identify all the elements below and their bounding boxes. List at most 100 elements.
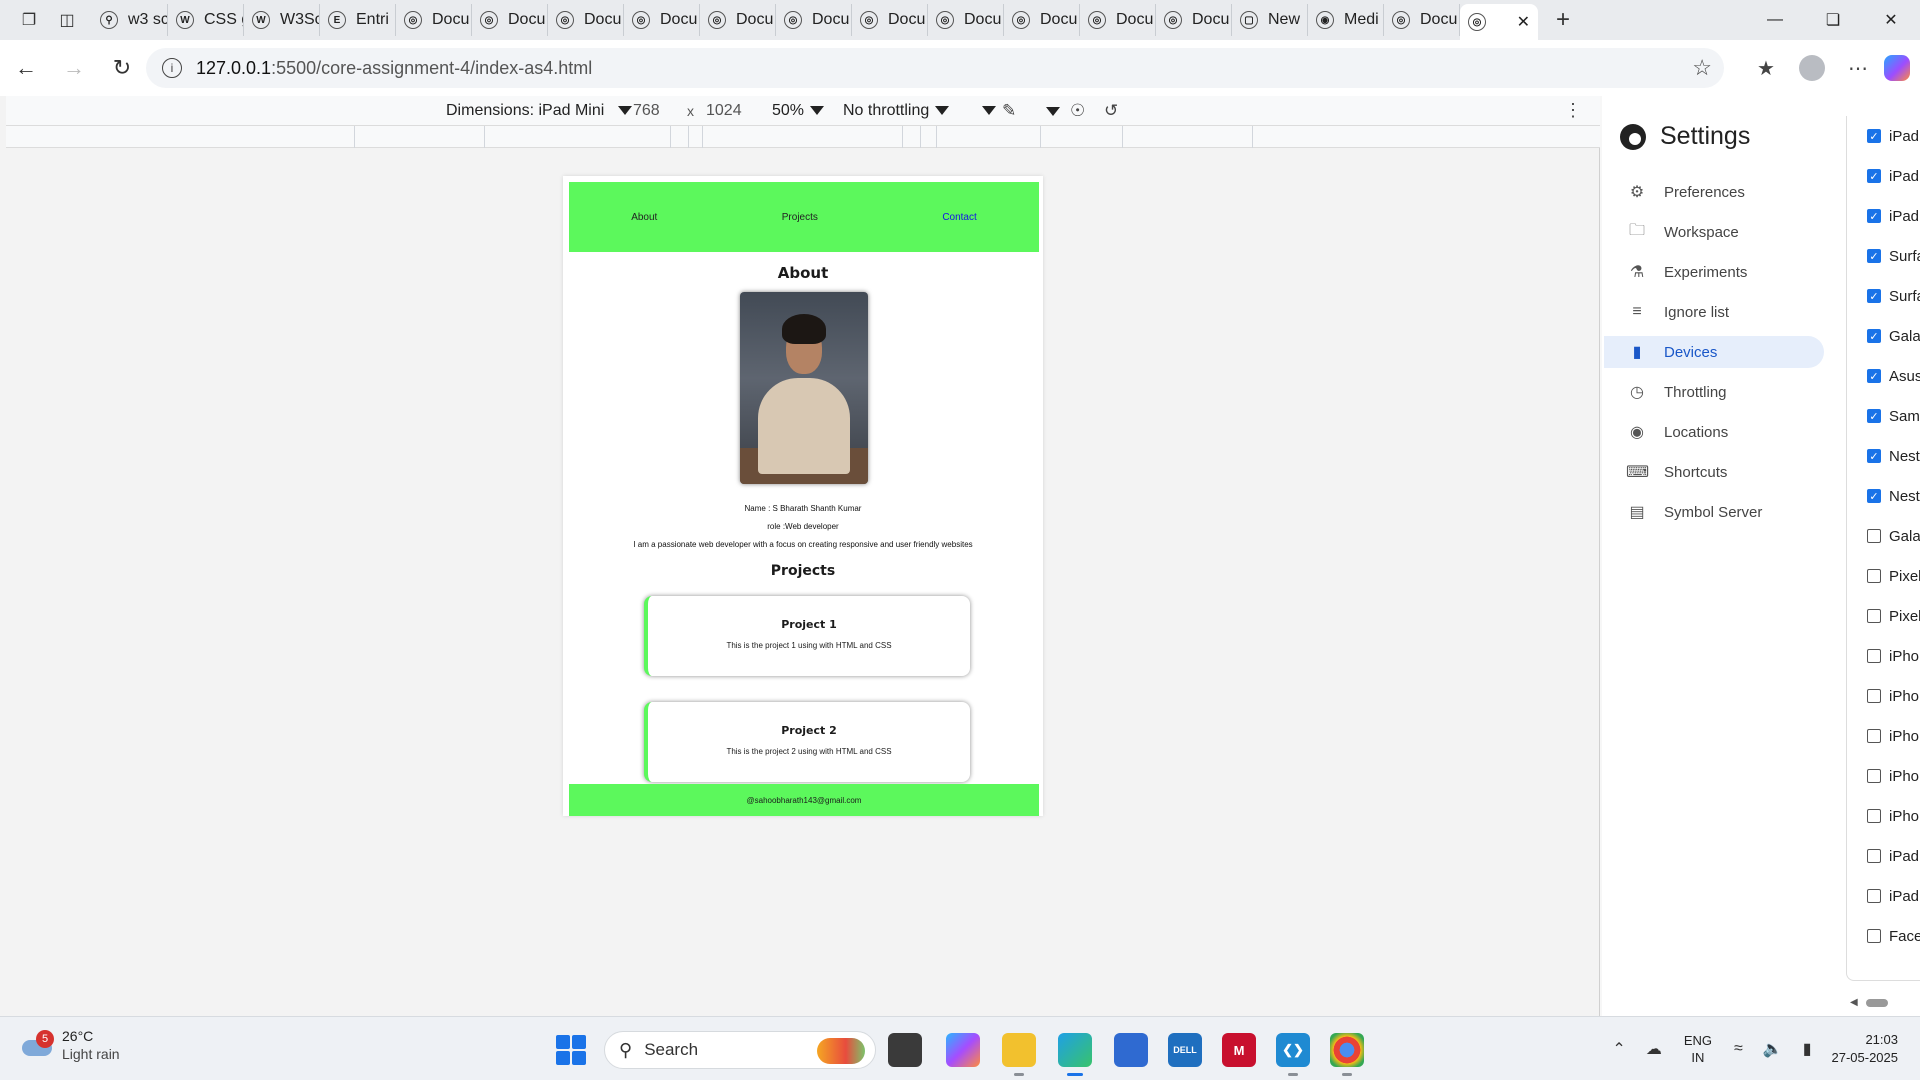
browser-tab[interactable]: ◎ Docu bbox=[472, 4, 548, 36]
scroll-left-icon[interactable]: ◀ bbox=[1850, 997, 1858, 1008]
browser-tab[interactable]: ◎ Docu bbox=[548, 4, 624, 36]
active-tab[interactable]: ◎ ✕ bbox=[1460, 4, 1538, 40]
task-view-icon[interactable] bbox=[888, 1033, 922, 1067]
avatar[interactable] bbox=[1799, 55, 1825, 81]
save-data-dropdown[interactable] bbox=[976, 102, 996, 120]
chevron-up-icon[interactable]: ⌃ bbox=[1612, 1039, 1625, 1059]
width-input[interactable]: 768 bbox=[633, 102, 660, 120]
new-tab-button[interactable]: + bbox=[1544, 4, 1582, 36]
site-info-icon[interactable]: i bbox=[162, 58, 182, 78]
start-button[interactable] bbox=[556, 1035, 586, 1065]
wifi-icon[interactable]: ≈ bbox=[1734, 1040, 1743, 1058]
device-checkbox[interactable] bbox=[1867, 689, 1881, 703]
refresh-icon[interactable]: ↻ bbox=[100, 48, 144, 88]
workspaces-icon[interactable]: ❐ bbox=[10, 4, 48, 36]
zoom-dropdown[interactable]: 50% bbox=[772, 102, 825, 120]
browser-tab[interactable]: ◎ Docu bbox=[1004, 4, 1080, 36]
browser-tab[interactable]: ◎ Docu bbox=[852, 4, 928, 36]
height-input[interactable]: 1024 bbox=[706, 102, 742, 120]
battery-icon[interactable]: ▮ bbox=[1803, 1039, 1812, 1059]
settings-item-throttling[interactable]: ◷ Throttling bbox=[1604, 376, 1824, 408]
browser-tab[interactable]: ◎ Docu bbox=[776, 4, 852, 36]
settings-item-locations[interactable]: ◉ Locations bbox=[1604, 416, 1824, 448]
browser-tab[interactable]: ▢ New bbox=[1232, 4, 1308, 36]
device-checkbox[interactable]: ✓ bbox=[1867, 169, 1881, 183]
device-checkbox[interactable] bbox=[1867, 809, 1881, 823]
store-icon[interactable] bbox=[1114, 1033, 1148, 1067]
browser-tab[interactable]: ◎ Docu bbox=[1384, 4, 1460, 36]
browser-tab[interactable]: E Entri bbox=[320, 4, 396, 36]
settings-item-workspace[interactable]: 🗀 Workspace bbox=[1604, 216, 1824, 248]
clock[interactable]: 21:03 27-05-2025 bbox=[1832, 1031, 1899, 1067]
chrome-icon[interactable] bbox=[1330, 1033, 1364, 1076]
nav-link-contact[interactable]: Contact bbox=[942, 212, 976, 223]
device-checkbox[interactable] bbox=[1867, 609, 1881, 623]
settings-item-ignore-list[interactable]: ≡ Ignore list bbox=[1604, 296, 1824, 328]
device-checkbox[interactable] bbox=[1867, 929, 1881, 943]
language-indicator[interactable]: ENG IN bbox=[1684, 1032, 1712, 1066]
back-icon[interactable]: ← bbox=[4, 48, 48, 88]
taskbar-search[interactable]: ⚲ Search bbox=[604, 1031, 876, 1069]
eyedropper-icon[interactable]: ✎ bbox=[1002, 101, 1016, 121]
device-checkbox[interactable] bbox=[1867, 729, 1881, 743]
device-checkbox[interactable]: ✓ bbox=[1867, 329, 1881, 343]
minimize-icon[interactable]: — bbox=[1746, 0, 1804, 40]
settings-item-symbol-server[interactable]: ▤ Symbol Server bbox=[1604, 496, 1824, 528]
device-checkbox[interactable] bbox=[1867, 569, 1881, 583]
browser-tab[interactable]: ◎ Docu bbox=[1156, 4, 1232, 36]
device-checkbox[interactable]: ✓ bbox=[1867, 129, 1881, 143]
device-checkbox[interactable]: ✓ bbox=[1867, 249, 1881, 263]
scrollbar-thumb[interactable] bbox=[1866, 999, 1888, 1007]
device-checkbox[interactable]: ✓ bbox=[1867, 369, 1881, 383]
browser-tab[interactable]: ◉ Medi bbox=[1308, 4, 1384, 36]
close-tab-icon[interactable]: ✕ bbox=[1517, 12, 1530, 32]
browser-tab[interactable]: W CSS g bbox=[168, 4, 244, 36]
vertical-tabs-icon[interactable]: ◫ bbox=[48, 4, 86, 36]
browser-tab[interactable]: ⚲ w3 sc bbox=[92, 4, 168, 36]
vscode-icon[interactable]: ❮❯ bbox=[1276, 1033, 1310, 1076]
settings-item-preferences[interactable]: ⚙ Preferences bbox=[1604, 176, 1824, 208]
extra-options-dropdown[interactable] bbox=[1040, 101, 1060, 121]
close-window-icon[interactable]: ✕ bbox=[1862, 0, 1920, 40]
throttling-dropdown[interactable]: No throttling bbox=[843, 102, 950, 120]
browser-tab[interactable]: W W3Sc bbox=[244, 4, 320, 36]
more-options-icon[interactable]: ⋯ bbox=[1838, 48, 1878, 88]
horizontal-scrollbar[interactable]: ◀ bbox=[1846, 996, 1920, 1010]
copilot-app-icon[interactable] bbox=[946, 1033, 980, 1067]
settings-item-shortcuts[interactable]: ⌨ Shortcuts bbox=[1604, 456, 1824, 488]
restore-icon[interactable]: ❏ bbox=[1804, 0, 1862, 40]
weather-widget[interactable]: 5 26°C Light rain bbox=[20, 1027, 120, 1063]
device-checkbox[interactable] bbox=[1867, 649, 1881, 663]
edge-app-icon[interactable] bbox=[1058, 1033, 1092, 1076]
browser-tab[interactable]: ◎ Docu bbox=[928, 4, 1004, 36]
forward-icon[interactable]: → bbox=[52, 48, 96, 88]
nav-link-about[interactable]: About bbox=[631, 212, 657, 223]
device-checkbox[interactable]: ✓ bbox=[1867, 209, 1881, 223]
url-input[interactable]: i 127.0.0.1:5500/core-assignment-4/index… bbox=[146, 48, 1724, 88]
browser-tab[interactable]: ◎ Docu bbox=[700, 4, 776, 36]
device-checkbox[interactable]: ✓ bbox=[1867, 489, 1881, 503]
device-checkbox[interactable]: ✓ bbox=[1867, 449, 1881, 463]
browser-tab[interactable]: ◎ Docu bbox=[1080, 4, 1156, 36]
settings-item-devices[interactable]: ▮ Devices bbox=[1604, 336, 1824, 368]
device-checkbox[interactable] bbox=[1867, 849, 1881, 863]
file-explorer-icon[interactable] bbox=[1002, 1033, 1036, 1076]
dimensions-dropdown[interactable]: Dimensions: iPad Mini bbox=[446, 102, 633, 120]
browser-tab[interactable]: ◎ Docu bbox=[624, 4, 700, 36]
copilot-icon[interactable] bbox=[1884, 55, 1910, 81]
onedrive-cloud-icon[interactable]: ☁ bbox=[1646, 1039, 1662, 1059]
dell-icon[interactable]: DELL bbox=[1168, 1033, 1202, 1067]
settings-item-experiments[interactable]: ⚗ Experiments bbox=[1604, 256, 1824, 288]
volume-icon[interactable]: 🔈 bbox=[1763, 1039, 1783, 1059]
mcafee-icon[interactable]: M bbox=[1222, 1033, 1256, 1067]
favorites-icon[interactable]: ★ bbox=[1746, 48, 1786, 88]
vision-deficiency-icon[interactable]: ☉ bbox=[1070, 101, 1085, 121]
favorite-star-icon[interactable]: ☆ bbox=[1692, 55, 1712, 81]
browser-tab[interactable]: ◎ Docu bbox=[396, 4, 472, 36]
device-toolbar-more-icon[interactable]: ⋮ bbox=[1564, 100, 1582, 121]
device-checkbox[interactable] bbox=[1867, 529, 1881, 543]
device-checkbox[interactable]: ✓ bbox=[1867, 409, 1881, 423]
nav-link-projects[interactable]: Projects bbox=[782, 212, 818, 223]
device-checkbox[interactable] bbox=[1867, 889, 1881, 903]
device-checkbox[interactable]: ✓ bbox=[1867, 289, 1881, 303]
